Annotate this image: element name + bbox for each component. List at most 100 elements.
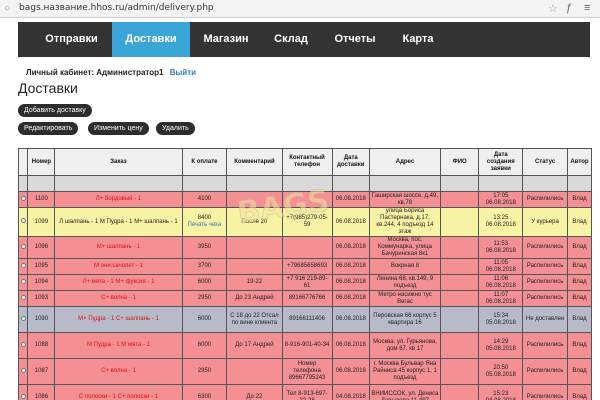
table-row[interactable]: 1096 М+ шалпань - 1 3950 06.08.2018 Москва, … [18,236,592,259]
cell-created-date: 11:53 06.08.2018 [478,236,524,259]
cell-text: г. Москва Бульвар Яна Райниса 45 корпус … [373,361,437,381]
cell-text: улица Бориса Пастернака, д.17, кв.244, 4… [376,208,434,236]
cell-select[interactable] [18,290,29,307]
table-row[interactable]: 1090 М+ Пудра - 1 С+ шалпань - 1 6000 С 18 … [18,306,592,333]
cell-name [439,332,480,359]
cell-text: С полоски - 1 С+ полоски - 1 [78,394,159,400]
cell-select[interactable] [18,175,29,192]
table-row[interactable]: 1087 С+ волна - 1 2950 Номер телефона 89667… [18,358,592,385]
nav-otpravki[interactable]: Отправки [33,22,110,57]
print-receipt-link[interactable]: Печать чека [184,222,226,229]
cell-text: 06.08.2018 [335,263,366,269]
browser-address-bar[interactable]: ○ bags.название.hhos.ru/admin/delivery.p… [0,0,600,18]
cell-select[interactable] [18,306,29,333]
nav-karta[interactable]: Карта [390,22,446,57]
cell-text: М они.сачолет - 1 [94,263,143,269]
cell-number: 1095 [27,258,56,275]
table-row[interactable]: 1094 Л+ мята - 1 М+ фуксия - 1 6000 19-22 +7… [18,274,592,291]
cell-address: Москва, пос. Коммунарка, улица Бачуринск… [369,236,441,259]
page-title: Доставки [18,80,78,96]
cell-text: Распилились [526,342,564,348]
cell-delivery-date: 06.08.2018 [331,258,371,275]
cell-text: Распилились [526,368,564,374]
row-select-radio[interactable] [20,367,26,373]
row-select-radio[interactable] [20,341,26,347]
table-row[interactable]: 1099 Л шалпань - 1 М Пудра - 1 М+ шалпань… [18,207,592,237]
cell-status: Распилились [522,290,568,307]
cell-number: 1096 [27,236,56,259]
cell-phone: +79685658693 [281,258,333,275]
cell-text: М+ Пудра - 1 С+ шалпань - 1 [78,316,159,322]
table-row[interactable]: 1093 С+ волна - 1 2950 До 23 Андрей 89166776… [18,290,592,307]
cell-status: Распилились [522,332,568,359]
bookmark-star-icon[interactable]: ☆ [548,2,558,15]
cell-text: 15:23 04.08.2018 [486,390,516,400]
cell-select[interactable] [18,358,29,385]
cell-text: 11:06 06.08.2018 [485,275,516,289]
cell-text: 06.08.2018 [335,196,366,202]
cell-created-date: 20:50 05.08.2018 [478,358,524,385]
add-delivery-button[interactable]: Добавить доставку [18,104,92,117]
table-row[interactable]: 1088 М Пудра - 1 М мята - 1 6000 До 17 Андр… [18,332,592,359]
edit-button[interactable]: Редактировать [18,122,79,135]
row-select-radio[interactable] [20,262,26,268]
cell-status: Распилились [522,236,568,259]
cell-author: Влад [566,236,592,259]
cell-select[interactable] [18,384,29,400]
cell-address: Вокрная 8 [369,258,441,275]
cell-author: Влад [566,332,592,359]
cell-text: После 20 [241,218,268,225]
cell-order: М они.сачолет - 1 [54,258,183,275]
cell-select[interactable] [18,207,29,237]
nav-magazin[interactable]: Магазин [192,22,260,57]
row-select-radio[interactable] [20,195,26,201]
delete-button[interactable]: Удалить [156,122,195,135]
cell-comment [226,258,283,275]
url-text[interactable]: bags.название.hhos.ru/admin/delivery.php [19,3,214,13]
table-row[interactable]: 1086 С полоски - 1 С+ полоски - 1 6300 До 2… [18,384,592,400]
cell-text: Влад [572,342,587,348]
cell-text: Тел 8-913-697-22-28 [286,390,328,400]
table-row[interactable]: 1095 М они.сачолет - 1 3700 +79685658693 06.… [18,258,592,275]
table-row[interactable] [18,175,592,192]
row-select-radio[interactable] [20,243,26,249]
cell-created-date: 15:34 05.08.2018 [478,306,524,333]
extension-icon[interactable]: ƒ [566,2,572,14]
row-select-radio[interactable] [20,315,26,321]
cell-text: У курьера [531,218,559,225]
nav-dostavki[interactable]: Доставки [112,22,190,57]
cell-phone: +7 916 219-89-61 [281,274,333,291]
row-select-radio[interactable] [20,294,26,300]
cell-text: 3950 [197,244,212,250]
nav-otchety[interactable]: Отчеты [322,22,388,57]
nav-sklad[interactable]: Склад [262,22,320,57]
cell-select[interactable] [18,236,29,259]
cell-text: Метро насижно тус Вегас [378,291,432,305]
cell-address: Перовская 66 корпус 5 квартира 16 [369,306,441,333]
cell-select[interactable] [18,332,29,359]
table-row[interactable]: 1100 Л+ бордовый - 1 4100 06.08.2018 Гаширск… [18,191,592,208]
cell-select[interactable] [18,258,29,275]
row-select-radio[interactable] [20,393,26,399]
cell-number: 1087 [27,358,56,385]
cell-text: +7 916 219-89-61 [286,275,328,289]
cell-delivery-date: 06.08.2018 [331,274,371,291]
cell-select[interactable] [18,191,29,208]
cell-address: Москва, ул. Гурьянова, дом 67, кв 17 [369,332,441,359]
cell-to-pay: 6300 [181,384,228,400]
cell-text: Москва, пос. Коммунарка, улица Бачуринск… [377,237,432,258]
cell-select[interactable] [18,274,29,291]
cell-text: 89166111406 [289,316,325,322]
cell-number: 1090 [27,306,56,333]
cell-text: 89166776766 [288,295,326,301]
cell-author: Влад [566,384,592,400]
change-price-button[interactable]: Изменить цену [88,122,149,135]
cell-text: 15:34 05.08.2018 [485,312,516,326]
cell-phone [281,236,333,259]
logout-link[interactable]: Выйти [170,68,196,77]
row-select-radio[interactable] [20,218,26,223]
cell-status: Распилились [522,358,568,385]
row-select-radio[interactable] [20,278,26,284]
menu-icon[interactable]: ≡ [584,2,590,14]
cell-text: 20:50 05.08.2018 [485,364,516,378]
